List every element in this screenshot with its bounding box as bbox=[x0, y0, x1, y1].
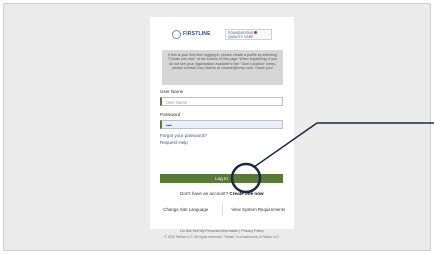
request-help-link[interactable]: Request Help bbox=[160, 140, 188, 145]
partner-logo: FOUNDATIONS QUALITY CARE bbox=[225, 28, 272, 40]
browser-viewport: FIRSTLINE FOUNDATIONS QUALITY CARE If th… bbox=[3, 3, 431, 251]
password-label: Password bbox=[160, 112, 181, 117]
partner-dot-icon bbox=[254, 30, 258, 34]
signup-prompt-text: Don't have an account? bbox=[180, 191, 229, 196]
create-account-link[interactable]: Create one now bbox=[229, 191, 263, 196]
forgot-password-link[interactable]: Forgot your password? bbox=[160, 133, 207, 138]
system-requirements-button[interactable]: View System Requirements bbox=[223, 204, 295, 216]
password-input[interactable]: •••• bbox=[160, 120, 283, 129]
login-card: FIRSTLINE FOUNDATIONS QUALITY CARE If th… bbox=[150, 17, 294, 229]
username-label: User Name bbox=[160, 89, 184, 94]
logo-mark-icon bbox=[172, 29, 181, 39]
info-notice: If this is your first time logging in, p… bbox=[162, 50, 283, 85]
footer-copyright: © 2022 Relias LLC. All rights reserved. … bbox=[164, 235, 280, 239]
firstline-logo-text: FIRSTLINE bbox=[183, 31, 211, 37]
login-button[interactable]: Log In bbox=[160, 174, 283, 183]
firstline-logo: FIRSTLINE bbox=[172, 28, 222, 40]
signup-prompt: Don't have an account? Create one now bbox=[180, 191, 264, 196]
partner-logo-line2: QUALITY CARE bbox=[228, 34, 254, 39]
logo-row: FIRSTLINE FOUNDATIONS QUALITY CARE bbox=[172, 27, 272, 41]
footer-links[interactable]: Do Not Sell My Personal Information | Pr… bbox=[150, 229, 294, 233]
username-input[interactable]: User Name bbox=[160, 97, 283, 106]
bottom-bar: Change Site Language View System Require… bbox=[150, 204, 294, 216]
change-language-button[interactable]: Change Site Language bbox=[150, 204, 223, 216]
